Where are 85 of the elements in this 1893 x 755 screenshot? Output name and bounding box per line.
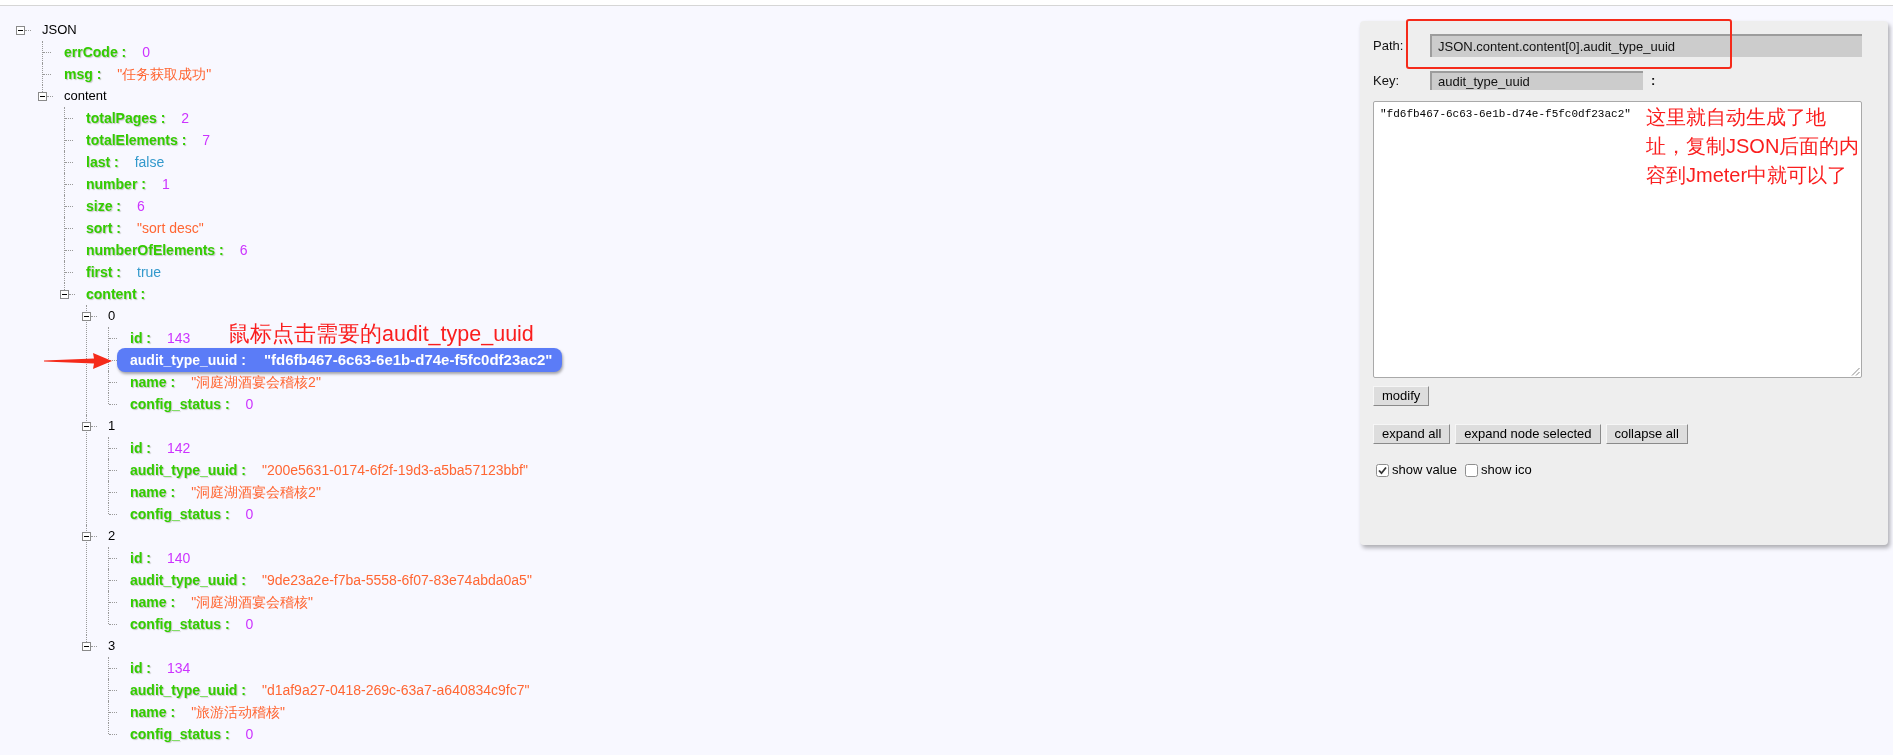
json-value: 7 <box>202 130 211 150</box>
json-value: "200e5631-0174-6f2f-19d3-a5ba57123bbf" <box>261 460 528 480</box>
json-value: true <box>137 262 162 282</box>
json-key[interactable]: config_status : <box>130 503 230 525</box>
annotation-note: 这里就自动生成了地 址，复制JSON后面的内 容到Jmeter中就可以了 <box>1646 105 1860 188</box>
json-key[interactable]: totalPages : <box>86 107 166 129</box>
json-key[interactable]: name : <box>130 481 176 503</box>
json-key[interactable]: msg : <box>64 63 102 85</box>
json-value: 142 <box>167 438 191 458</box>
tree-node-label[interactable]: 3 <box>108 636 116 656</box>
key-field[interactable]: audit_type_uuid <box>1430 71 1643 90</box>
collapse-toggle-icon[interactable] <box>16 26 25 35</box>
json-value: "9de23a2e-f7ba-5558-6f07-83e74abda0a5" <box>261 570 532 590</box>
json-key[interactable]: audit_type_uuid : <box>130 349 246 371</box>
json-key[interactable]: audit_type_uuid : <box>130 679 246 701</box>
arrow-icon <box>44 353 112 369</box>
collapse-toggle-icon[interactable] <box>38 92 47 101</box>
colon-text: : <box>1651 71 1656 90</box>
checkbox-label[interactable]: show value <box>1392 460 1458 480</box>
json-key[interactable]: audit_type_uuid : <box>130 569 246 591</box>
json-value: 143 <box>167 328 191 348</box>
toolbar-button[interactable]: expand all <box>1373 424 1451 444</box>
collapse-toggle-icon[interactable] <box>82 642 91 651</box>
json-key[interactable]: name : <box>130 591 176 613</box>
json-key[interactable]: id : <box>130 657 151 679</box>
json-value: "任务获取成功" <box>117 64 212 84</box>
field-label: Key: <box>1373 71 1400 90</box>
json-value: 6 <box>137 196 145 216</box>
modify-button[interactable]: modify <box>1373 386 1430 406</box>
json-key[interactable]: config_status : <box>130 393 230 415</box>
json-value: 2 <box>181 108 190 128</box>
json-value: 0 <box>245 504 254 524</box>
json-value: "d1af9a27-0418-269c-63a7-a640834c9fc7" <box>261 680 530 700</box>
json-key[interactable]: totalElements : <box>86 129 187 151</box>
json-key[interactable]: last : <box>86 151 119 173</box>
json-value: 0 <box>245 614 254 634</box>
json-key[interactable]: name : <box>130 701 176 723</box>
json-key[interactable]: name : <box>130 371 176 393</box>
json-key[interactable]: number : <box>86 173 146 195</box>
json-value: "洞庭湖酒宴会稽核2" <box>191 482 321 502</box>
json-key[interactable]: first : <box>86 261 121 283</box>
json-key[interactable]: id : <box>130 327 151 349</box>
json-value: 134 <box>167 658 191 678</box>
json-value: 140 <box>167 548 191 568</box>
json-key[interactable]: config_status : <box>130 613 230 635</box>
collapse-toggle-icon[interactable] <box>82 532 91 541</box>
json-key[interactable]: size : <box>86 195 121 217</box>
tree-node-label[interactable]: content <box>64 86 107 106</box>
json-value: 0 <box>245 724 254 744</box>
path-field[interactable]: JSON.content.content[0].audit_type_uuid <box>1430 34 1862 57</box>
json-key[interactable]: sort : <box>86 217 121 239</box>
collapse-toggle-icon[interactable] <box>82 312 91 321</box>
json-value: false <box>134 152 165 172</box>
checkbox[interactable] <box>1376 463 1389 477</box>
tree-node-label[interactable]: 2 <box>108 526 116 546</box>
resize-grip-icon[interactable] <box>1851 367 1860 376</box>
json-key[interactable]: numberOfElements : <box>86 239 224 261</box>
toolbar-button[interactable]: expand node selected <box>1455 424 1601 444</box>
json-value: "旅游活动稽核" <box>191 702 286 722</box>
json-value: "洞庭湖酒宴会稽核" <box>191 592 314 612</box>
json-value: "sort desc" <box>137 218 204 238</box>
row-highlight[interactable]: audit_type_uuid : "fd6fb467-6c63-6e1b-d74e-f5fc0df23ac2" <box>117 348 563 372</box>
annotation-note: 鼠标点击需要的audit_type_uuid <box>228 321 534 347</box>
tree-node-label[interactable]: JSON <box>42 20 77 40</box>
json-key[interactable]: id : <box>130 437 151 459</box>
json-key[interactable]: config_status : <box>130 723 230 745</box>
json-key[interactable]: id : <box>130 547 151 569</box>
collapse-toggle-icon[interactable] <box>60 290 69 299</box>
checkbox-label[interactable]: show ico <box>1481 460 1532 480</box>
field-label: Path: <box>1373 36 1405 55</box>
json-key[interactable]: content : <box>86 283 146 305</box>
json-key[interactable]: audit_type_uuid : <box>130 459 246 481</box>
collapse-toggle-icon[interactable] <box>82 422 91 431</box>
checkbox[interactable] <box>1465 463 1479 477</box>
json-value: 1 <box>161 174 170 194</box>
tree-node-label[interactable]: 1 <box>108 416 116 436</box>
json-value: 0 <box>245 394 254 414</box>
json-value: 0 <box>142 42 151 62</box>
json-value: "洞庭湖酒宴会稽核2" <box>191 372 321 392</box>
json-value: 6 <box>239 240 248 260</box>
json-key[interactable]: errCode : <box>64 41 127 63</box>
tree-node-label[interactable]: 0 <box>108 306 116 326</box>
toolbar-button[interactable]: collapse all <box>1605 424 1688 444</box>
json-value: "fd6fb467-6c63-6e1b-d74e-f5fc0df23ac2" <box>263 349 553 370</box>
value-textarea[interactable]: "fd6fb467-6c63-6e1b-d74e-f5fc0df23ac2" 这里就自动生成了地 址，复制JSON后面的内 容到Jmeter中就可以了 <box>1373 101 1862 378</box>
